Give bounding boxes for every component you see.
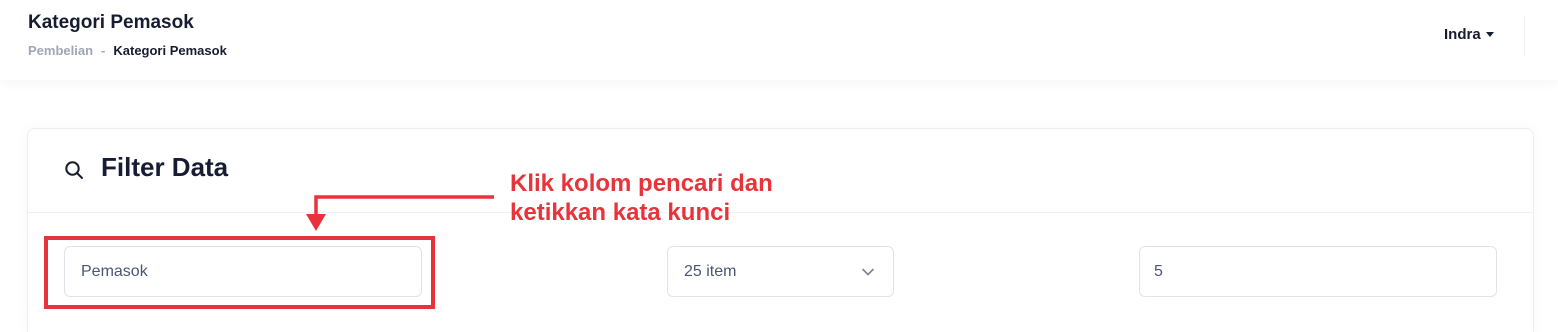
- search-icon: [65, 161, 83, 179]
- annotation-line-1: Klik kolom pencari dan: [510, 170, 773, 197]
- user-name: Indra: [1444, 26, 1481, 43]
- chevron-down-icon: [862, 268, 874, 275]
- filter-card-header: Filter Data: [28, 129, 1533, 213]
- per-page-select-value: 25 item: [684, 262, 737, 280]
- annotation-text: Klik kolom pencari dan ketikkan kata kun…: [510, 169, 773, 227]
- page-title: Kategori Pemasok: [28, 12, 194, 33]
- filter-card-title: Filter Data: [101, 152, 229, 182]
- annotation-arrow-icon: [306, 195, 494, 231]
- breadcrumb-item-current: Kategori Pemasok: [113, 43, 227, 58]
- per-page-select[interactable]: 25 item: [667, 246, 894, 297]
- annotation-line-2: ketikkan kata kunci: [510, 199, 731, 226]
- caret-down-icon: [1485, 32, 1494, 37]
- breadcrumb-item-pembelian[interactable]: Pembelian: [28, 43, 93, 58]
- annotation-highlight-box: [44, 236, 435, 309]
- page-number-input-value: 5: [1154, 262, 1163, 280]
- page-header: Kategori Pemasok Pembelian - Kategori Pe…: [0, 0, 1558, 80]
- header-divider: [1524, 16, 1525, 56]
- breadcrumb-separator: -: [101, 43, 106, 58]
- page-number-input[interactable]: 5: [1139, 246, 1497, 297]
- user-menu-button[interactable]: Indra: [1444, 26, 1494, 43]
- breadcrumb: Pembelian - Kategori Pemasok: [28, 43, 227, 58]
